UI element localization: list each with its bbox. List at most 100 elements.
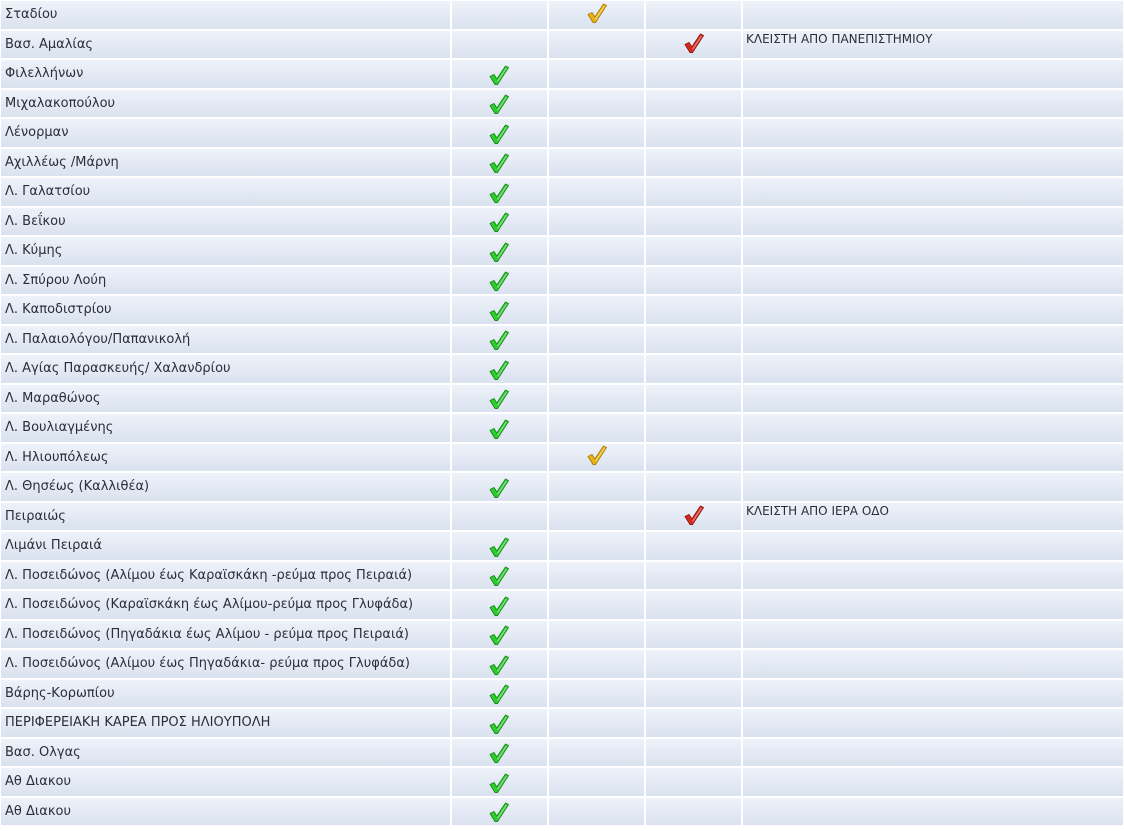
status-cell	[452, 355, 547, 383]
status-cell	[549, 650, 644, 678]
road-name: Λ. Βουλιαγμένης	[1, 414, 450, 442]
status-cell	[646, 30, 741, 58]
status-cell	[646, 60, 741, 88]
status-cell	[646, 679, 741, 707]
check-green-icon	[488, 182, 510, 204]
status-cell	[646, 296, 741, 324]
note-cell	[743, 650, 1123, 678]
status-cell	[452, 502, 547, 530]
status-cell	[549, 296, 644, 324]
road-name: Λ. Παλαιολόγου/Παπανικολή	[1, 325, 450, 353]
status-cell	[549, 89, 644, 117]
status-cell	[549, 709, 644, 737]
status-cell	[549, 30, 644, 58]
status-cell	[549, 591, 644, 619]
status-cell	[646, 384, 741, 412]
check-green-icon	[488, 211, 510, 233]
status-cell	[646, 355, 741, 383]
status-cell	[452, 443, 547, 471]
road-name: Λ. Βεΐκου	[1, 207, 450, 235]
status-cell	[549, 473, 644, 501]
note-cell	[743, 591, 1123, 619]
note-cell: ΚΛΕΙΣΤΗ ΑΠΟ ΠΑΝΕΠΙΣΤΗΜΙΟΥ	[743, 30, 1123, 58]
table-row: Λ. Ηλιουπόλεως	[1, 443, 1123, 471]
status-cell	[549, 1, 644, 29]
road-name: Λ. Ηλιουπόλεως	[1, 443, 450, 471]
status-cell	[646, 148, 741, 176]
road-name: Βασ. Αμαλίας	[1, 30, 450, 58]
table-row: Λ. Ποσειδώνος (Πηγαδάκια έως Αλίμου - ρε…	[1, 620, 1123, 648]
note-text: ΚΛΕΙΣΤΗ ΑΠΟ ΙΕΡΑ ΟΔΟ	[746, 504, 889, 519]
table-row: Αχιλλέως /Μάρνη	[1, 148, 1123, 176]
note-cell	[743, 325, 1123, 353]
status-cell	[452, 1, 547, 29]
status-cell	[452, 650, 547, 678]
note-cell	[743, 296, 1123, 324]
status-cell	[452, 384, 547, 412]
check-green-icon	[488, 565, 510, 587]
table-row: Λ. Αγίας Παρασκευής/ Χαλανδρίου	[1, 355, 1123, 383]
note-cell	[743, 561, 1123, 589]
status-cell	[452, 266, 547, 294]
note-cell	[743, 473, 1123, 501]
check-green-icon	[488, 152, 510, 174]
road-name: Λ. Σπύρου Λούη	[1, 266, 450, 294]
check-green-icon	[488, 477, 510, 499]
road-name: Λ. Ποσειδώνος (Καραϊσκάκη έως Αλίμου-ρεύ…	[1, 591, 450, 619]
status-cell	[549, 443, 644, 471]
note-cell	[743, 738, 1123, 766]
status-cell	[549, 60, 644, 88]
status-cell	[452, 30, 547, 58]
table-row: Μιχαλακοπούλου	[1, 89, 1123, 117]
status-cell	[646, 768, 741, 796]
check-green-icon	[488, 300, 510, 322]
table-row: Πειραιώς ΚΛΕΙΣΤΗ ΑΠΟ ΙΕΡΑ ΟΔΟ	[1, 502, 1123, 530]
status-cell	[646, 443, 741, 471]
note-cell	[743, 709, 1123, 737]
status-cell	[452, 532, 547, 560]
check-green-icon	[488, 64, 510, 86]
status-cell	[646, 266, 741, 294]
status-cell	[452, 768, 547, 796]
note-cell: ΚΛΕΙΣΤΗ ΑΠΟ ΙΕΡΑ ΟΔΟ	[743, 502, 1123, 530]
status-cell	[646, 738, 741, 766]
status-cell	[452, 178, 547, 206]
table-row: Λ. Σπύρου Λούη	[1, 266, 1123, 294]
status-cell	[646, 414, 741, 442]
table-row: Βάρης-Κορωπίου	[1, 679, 1123, 707]
check-green-icon	[488, 241, 510, 263]
status-cell	[452, 709, 547, 737]
status-cell	[646, 237, 741, 265]
table-row: Σταδίου	[1, 1, 1123, 29]
status-cell	[452, 738, 547, 766]
road-name: Λ. Ποσειδώνος (Αλίμου έως Καραϊσκάκη -ρε…	[1, 561, 450, 589]
check-green-icon	[488, 123, 510, 145]
status-cell	[549, 178, 644, 206]
check-green-icon	[488, 536, 510, 558]
check-red-icon	[683, 32, 705, 54]
status-cell	[549, 620, 644, 648]
table-row: Λ. Παλαιολόγου/Παπανικολή	[1, 325, 1123, 353]
check-green-icon	[488, 713, 510, 735]
note-cell	[743, 797, 1123, 825]
status-cell	[452, 797, 547, 825]
status-cell	[549, 266, 644, 294]
note-cell	[743, 1, 1123, 29]
status-cell	[452, 296, 547, 324]
check-green-icon	[488, 418, 510, 440]
check-green-icon	[488, 388, 510, 410]
status-cell	[452, 148, 547, 176]
note-cell	[743, 237, 1123, 265]
status-cell	[452, 679, 547, 707]
table-row: Λ. Βεΐκου	[1, 207, 1123, 235]
status-cell	[646, 591, 741, 619]
road-name: Λ. Καποδιστρίου	[1, 296, 450, 324]
note-text: ΚΛΕΙΣΤΗ ΑΠΟ ΠΑΝΕΠΙΣΤΗΜΙΟΥ	[746, 32, 933, 47]
status-cell	[646, 89, 741, 117]
note-cell	[743, 384, 1123, 412]
status-cell	[646, 561, 741, 589]
table-row: Λ. Ποσειδώνος (Καραϊσκάκη έως Αλίμου-ρεύ…	[1, 591, 1123, 619]
status-cell	[549, 532, 644, 560]
status-cell	[646, 797, 741, 825]
check-green-icon	[488, 93, 510, 115]
